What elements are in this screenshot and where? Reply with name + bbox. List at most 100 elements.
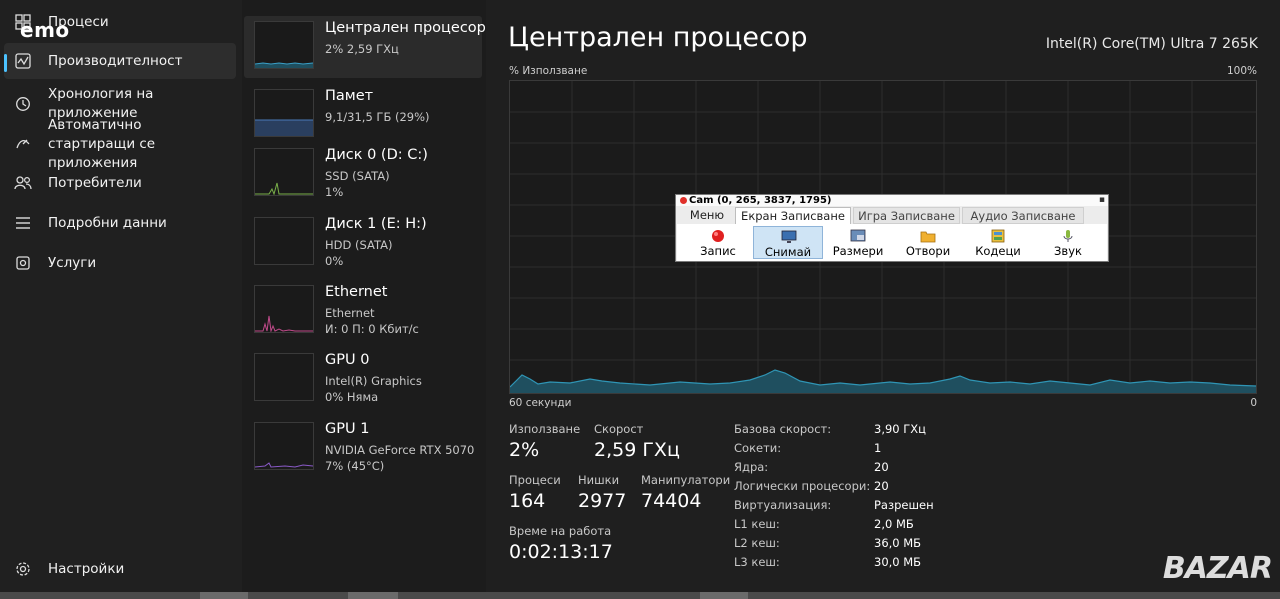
device-detail: NVIDIA GeForce RTX 5070: [325, 443, 475, 457]
handles-label: Манипулатори: [641, 473, 731, 487]
snapshot-button[interactable]: Снимай: [753, 226, 823, 259]
device-name: Памет: [325, 88, 374, 104]
memory-thumbnail: [254, 89, 314, 137]
sidebar-item-label: Услуги: [48, 254, 97, 271]
close-icon[interactable]: ▪: [1099, 195, 1105, 206]
sidebar-item-details[interactable]: Подробни данни: [4, 210, 236, 236]
spec-label: Сокети:: [734, 441, 782, 455]
device-card-ethernet[interactable]: Ethernet Ethernet И: 0 П: 0 Кбит/с: [244, 280, 482, 342]
graph-label: % Използване: [509, 65, 588, 77]
spec-label: L3 кеш:: [734, 555, 780, 569]
sidebar-item-performance[interactable]: Производителност: [4, 43, 236, 79]
sidebar-item-label: Потребители: [48, 174, 142, 191]
device-usage: 1%: [325, 185, 344, 199]
camstudio-title: Cam (0, 265, 3837, 1795): [689, 195, 832, 206]
device-name: GPU 0: [325, 352, 370, 368]
handles-value: 74404: [641, 490, 702, 512]
device-usage: И: 0 П: 0 Кбит/с: [325, 322, 419, 336]
camstudio-window[interactable]: Cam (0, 265, 3837, 1795) ▪ Меню Екран За…: [675, 194, 1109, 262]
audio-label: Звук: [1054, 244, 1082, 258]
tab-menu[interactable]: Меню: [682, 207, 732, 224]
taskbar-item[interactable]: [700, 592, 748, 599]
sidebar-item-startup[interactable]: Автоматично стартиращи се приложения: [4, 117, 236, 171]
history-icon: [12, 93, 34, 115]
device-list: Централен процесор 2% 2,59 ГХц Памет 9,1…: [242, 0, 486, 592]
spec-label: Базова скорост:: [734, 422, 832, 436]
spec-value: 1: [874, 441, 882, 455]
device-card-memory[interactable]: Памет 9,1/31,5 ГБ (29%): [244, 84, 482, 146]
taskbar-item[interactable]: [200, 592, 248, 599]
size-button[interactable]: Размери: [823, 226, 893, 259]
tab-screen-recording[interactable]: Екран Записване: [735, 207, 851, 224]
sidebar-item-label: Автоматично стартиращи се приложения: [48, 116, 156, 171]
tab-audio-recording[interactable]: Аудио Записване: [962, 207, 1084, 224]
device-detail: HDD (SATA): [325, 238, 393, 252]
usage-label: Използване: [509, 422, 581, 436]
monitor-icon: [781, 230, 797, 243]
device-detail: 2% 2,59 ГХц: [325, 42, 399, 56]
device-name: Диск 0 (D: C:): [325, 147, 428, 163]
device-card-disk0[interactable]: Диск 0 (D: C:) SSD (SATA) 1%: [244, 143, 482, 205]
region-icon: [850, 229, 866, 242]
open-button[interactable]: Отвори: [893, 226, 963, 259]
spec-value: 20: [874, 479, 889, 493]
spec-value: Разрешен: [874, 498, 934, 512]
spec-value: 20: [874, 460, 889, 474]
tab-game-recording[interactable]: Игра Записване: [853, 207, 960, 224]
threads-value: 2977: [578, 490, 627, 512]
device-card-cpu[interactable]: Централен процесор 2% 2,59 ГХц: [244, 16, 486, 78]
camstudio-toolbar: Запис Снимай Размери Отвори Кодеци Звук: [677, 224, 1107, 261]
services-icon: [12, 252, 34, 274]
cpu-thumbnail: [254, 21, 314, 69]
settings-button[interactable]: Настройки: [4, 556, 236, 582]
cpu-detail-panel: Централен процесор Intel(R) Core(TM) Ult…: [486, 0, 1280, 592]
device-detail: Ethernet: [325, 306, 375, 320]
sidebar-item-users[interactable]: Потребители: [4, 170, 236, 196]
sidebar: emo Процеси Производителност Хронология …: [0, 0, 242, 592]
spec-value: 3,90 ГХц: [874, 422, 926, 436]
folder-icon: [920, 231, 936, 243]
taskbar-item[interactable]: [348, 592, 398, 599]
microphone-icon: [1063, 230, 1073, 242]
gpu0-thumbnail: [254, 353, 314, 401]
record-icon: [712, 230, 724, 242]
details-icon: [12, 212, 34, 234]
usage-value: 2%: [509, 439, 540, 461]
device-card-disk1[interactable]: Диск 1 (E: H:) HDD (SATA) 0%: [244, 212, 482, 274]
audio-button[interactable]: Звук: [1033, 226, 1103, 259]
device-card-gpu1[interactable]: GPU 1 NVIDIA GeForce RTX 5070 7% (45°C): [244, 417, 482, 479]
size-label: Размери: [832, 244, 884, 258]
spec-label: L2 кеш:: [734, 536, 780, 550]
device-usage: 0% Няма: [325, 390, 379, 404]
device-usage: 0%: [325, 254, 344, 268]
performance-icon: [12, 50, 34, 72]
spec-value: 2,0 МБ: [874, 517, 914, 531]
record-dot-icon: [680, 196, 687, 204]
device-card-gpu0[interactable]: GPU 0 Intel(R) Graphics 0% Няма: [244, 348, 482, 410]
graph-max-label: 100%: [1226, 65, 1257, 77]
graph-time-label: 60 секунди: [509, 397, 572, 409]
disk1-thumbnail: [254, 217, 314, 265]
taskbar: [0, 592, 1280, 599]
disk0-thumbnail: [254, 148, 314, 196]
gpu1-thumbnail: [254, 422, 314, 470]
gear-icon: [12, 558, 34, 580]
record-button[interactable]: Запис: [683, 226, 753, 259]
camstudio-title-bar[interactable]: Cam (0, 265, 3837, 1795): [676, 195, 1108, 206]
uptime-value: 0:02:13:17: [509, 541, 613, 563]
snapshot-label: Снимай: [764, 245, 812, 259]
device-name: Диск 1 (E: H:): [325, 216, 427, 232]
codecs-button[interactable]: Кодеци: [963, 226, 1033, 259]
spec-label: Логически процесори:: [734, 479, 871, 493]
spec-label: L1 кеш:: [734, 517, 780, 531]
device-name: GPU 1: [325, 421, 370, 437]
device-name: Централен процесор: [325, 20, 486, 36]
startup-icon: [12, 133, 34, 155]
device-name: Ethernet: [325, 284, 388, 300]
threads-label: Нишки: [578, 473, 620, 487]
sidebar-item-label: Подробни данни: [48, 214, 167, 231]
spec-value: 30,0 МБ: [874, 555, 922, 569]
watermark-logo: BAZAR: [1162, 551, 1273, 586]
speed-value: 2,59 ГХц: [594, 439, 680, 461]
sidebar-item-services[interactable]: Услуги: [4, 250, 236, 276]
